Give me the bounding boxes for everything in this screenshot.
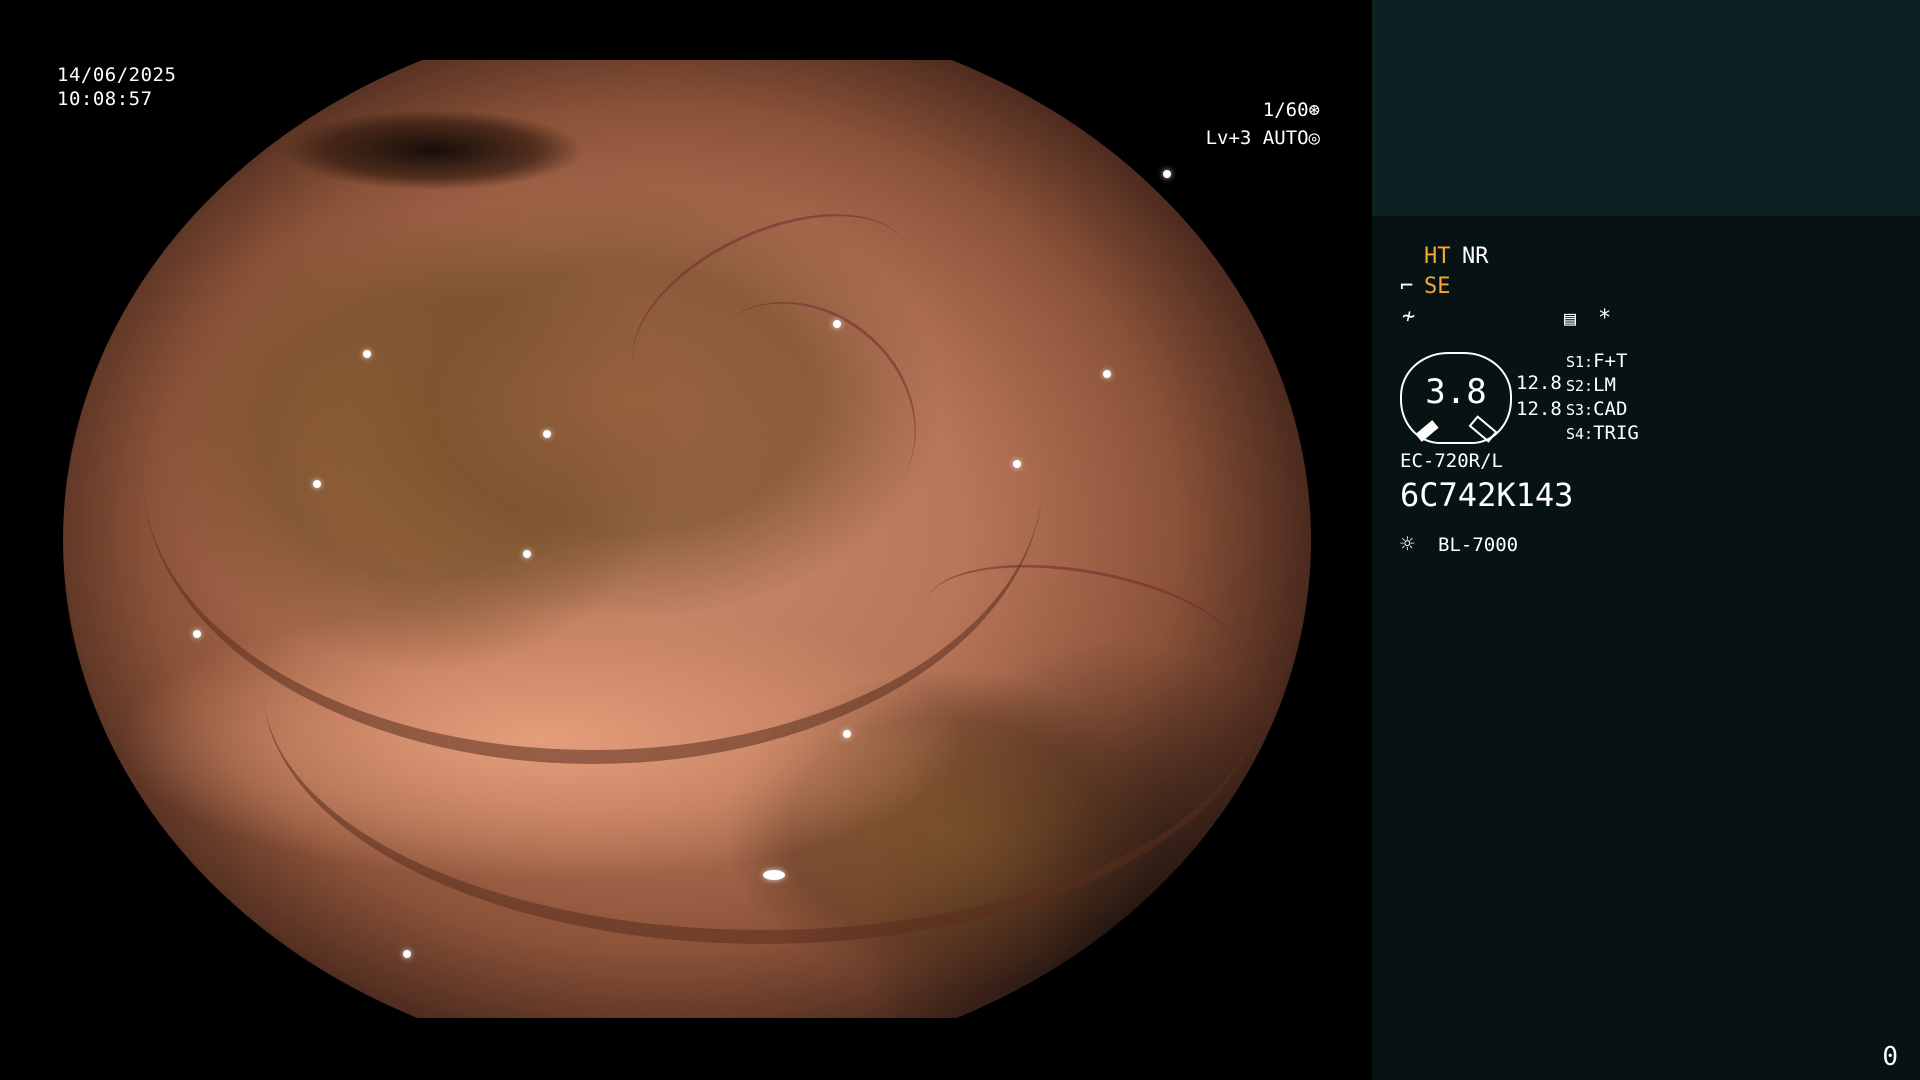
light-reflection [1103, 370, 1111, 378]
image-counter: 0 [1882, 1042, 1898, 1072]
sun-icon: ☼ [1400, 530, 1415, 558]
shutter-speed: 1/60⊛ [1150, 99, 1320, 121]
se-mode-icon: ⌐ [1400, 274, 1414, 299]
light-reflection [523, 550, 531, 558]
switch-item: S4:TRIG [1566, 422, 1639, 444]
scope-model: EC-720R/L [1400, 450, 1503, 472]
switch-item: S2:LM [1566, 374, 1616, 396]
date-label: 14/06/2025 [57, 64, 177, 86]
zoom-gauge: 3.8 [1400, 352, 1512, 444]
switch-key: S3: [1566, 401, 1594, 419]
level-value: Lv+3 [1205, 127, 1252, 149]
scope-serial: 6C742K143 [1400, 476, 1574, 514]
gauge-side-value: 12.8 [1516, 372, 1562, 394]
iris-icon: ◎ [1308, 127, 1320, 149]
light-reflection [763, 870, 785, 880]
switch-item: S1:F+T [1566, 350, 1627, 372]
time-label: 10:08:57 [57, 88, 153, 110]
switch-value: CAD [1593, 398, 1628, 420]
gauge-value: 3.8 [1425, 372, 1487, 412]
light-reflection [313, 480, 321, 488]
light-reflection [403, 950, 411, 958]
switch-key: S2: [1566, 377, 1594, 395]
ht-label: HT [1424, 244, 1451, 269]
switch-value: F+T [1593, 350, 1628, 372]
endoscopic-image [63, 60, 1311, 1018]
se-label: SE [1424, 274, 1451, 299]
light-reflection [843, 730, 851, 738]
nr-label: NR [1462, 244, 1489, 269]
slash-icon: ≁ [1402, 304, 1416, 329]
switch-key: S1: [1566, 353, 1594, 371]
star-label: * [1598, 306, 1612, 331]
light-reflection [1163, 170, 1171, 178]
light-reflection [543, 430, 551, 438]
endoscope-video-area: 14/06/2025 10:08:57 1/60⊛ Lv+3 AUTO◎ [0, 0, 1372, 1080]
shutter-value: 1/60 [1262, 99, 1309, 121]
light-reflection [363, 350, 371, 358]
iris-mode: AUTO [1262, 127, 1309, 149]
colon-lumen-view [63, 60, 1311, 1018]
panel-header-area [1372, 0, 1920, 216]
menu-icon: ▤ [1564, 306, 1577, 330]
light-reflection [833, 320, 841, 328]
switch-value: TRIG [1593, 422, 1639, 444]
gauge-side-value: 12.8 [1516, 398, 1562, 420]
light-reflection [193, 630, 201, 638]
brightness-level: Lv+3 AUTO◎ [1150, 127, 1320, 149]
switch-item: S3:CAD [1566, 398, 1627, 420]
aperture-icon: ⊛ [1308, 99, 1320, 121]
light-source: BL-7000 [1438, 534, 1519, 556]
switch-value: LM [1593, 374, 1616, 396]
gauge-needle [1415, 420, 1439, 442]
switch-key: S4: [1566, 425, 1594, 443]
light-reflection [1013, 460, 1021, 468]
